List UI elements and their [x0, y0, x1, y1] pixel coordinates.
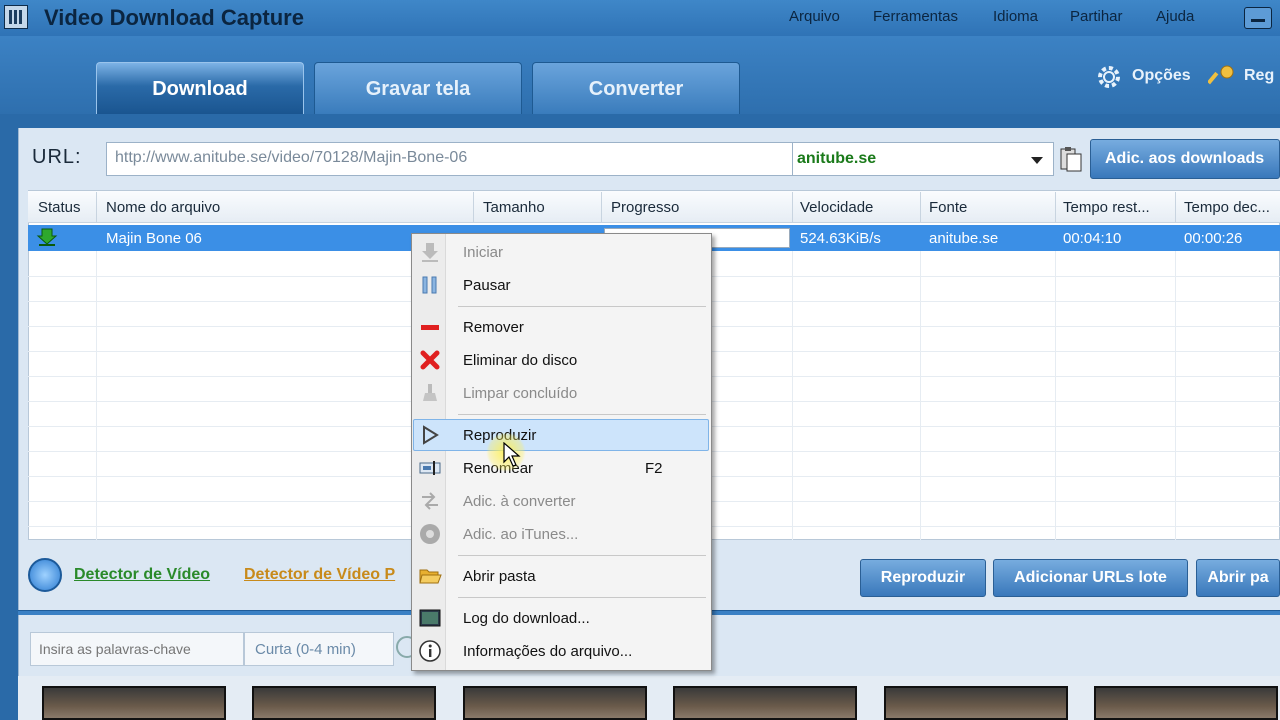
add-to-downloads-button[interactable]: Adic. aos downloads: [1090, 139, 1280, 179]
column-separator: [601, 192, 602, 222]
detector-clock-icon[interactable]: [28, 558, 62, 592]
menu-item-pausar[interactable]: Pausar: [463, 277, 511, 294]
grid-line: [920, 251, 921, 540]
menu-item-adic-a-converter[interactable]: Adic. à converter: [463, 493, 576, 510]
column-separator: [792, 192, 793, 222]
duration-filter[interactable]: Curta (0-4 min): [244, 632, 394, 666]
menu-ajuda[interactable]: Ajuda: [1156, 8, 1194, 25]
menu-item-log-do-download[interactable]: Log do download...: [463, 610, 590, 627]
menu-separator: [458, 414, 706, 415]
tab-download[interactable]: Download: [96, 62, 304, 114]
column-separator: [1055, 192, 1056, 222]
context-menu-icon-strip: [412, 234, 446, 670]
add-batch-urls-button[interactable]: Adicionar URLs lote: [993, 559, 1188, 597]
key-icon[interactable]: [1208, 64, 1236, 90]
register-button[interactable]: Reg: [1244, 67, 1274, 85]
menu-item-eliminar-do-disco[interactable]: Eliminar do disco: [463, 352, 577, 369]
open-folder-button[interactable]: Abrir pa: [1196, 559, 1280, 597]
itunes-icon: [420, 524, 440, 544]
app-title: Video Download Capture: [44, 5, 304, 30]
row-time-remaining: 00:04:10: [1063, 230, 1122, 247]
info-icon: [419, 640, 441, 662]
site-select[interactable]: anitube.se: [792, 142, 1054, 176]
column-separator: [473, 192, 474, 222]
menu-item-abrir-pasta[interactable]: Abrir pasta: [463, 568, 536, 585]
url-label: URL:: [32, 146, 82, 168]
broom-icon: [423, 384, 437, 401]
clipboard-paste-icon[interactable]: [1058, 145, 1084, 173]
video-thumbnail[interactable]: [673, 686, 857, 720]
column-separator: [1175, 192, 1176, 222]
column-source[interactable]: Fonte: [929, 199, 967, 216]
menu-shortcut-f2: F2: [645, 460, 663, 477]
video-thumbnail[interactable]: [252, 686, 436, 720]
video-thumbnail[interactable]: [1094, 686, 1278, 720]
row-source: anitube.se: [929, 230, 999, 247]
menu-ferramentas[interactable]: Ferramentas: [873, 8, 958, 25]
folder-icon: [419, 569, 442, 584]
keyword-search-input[interactable]: [30, 632, 244, 666]
column-separator: [96, 192, 97, 222]
minimize-button[interactable]: [1244, 7, 1272, 29]
column-time-elapsed[interactable]: Tempo dec...: [1184, 199, 1270, 216]
download-status-icon: [36, 228, 58, 246]
menu-separator: [458, 306, 706, 307]
grid-line: [792, 251, 793, 540]
video-thumbnail[interactable]: [463, 686, 647, 720]
row-speed: 524.63KiB/s: [800, 230, 881, 247]
convert-arrows-icon: [422, 492, 438, 510]
gear-icon[interactable]: [1096, 64, 1122, 90]
grid-line: [1055, 251, 1056, 540]
menu-item-remover[interactable]: Remover: [463, 319, 524, 336]
tab-gravar-tela[interactable]: Gravar tela: [314, 62, 522, 114]
column-time-remaining[interactable]: Tempo rest...: [1063, 199, 1150, 216]
minus-icon: [421, 325, 439, 330]
column-size[interactable]: Tamanho: [483, 199, 545, 216]
rename-icon: [419, 461, 441, 475]
menu-separator: [458, 597, 706, 598]
play-button[interactable]: Reproduzir: [860, 559, 986, 597]
column-filename[interactable]: Nome do arquivo: [106, 199, 220, 216]
video-thumbnail[interactable]: [884, 686, 1068, 720]
options-button[interactable]: Opções: [1132, 67, 1191, 85]
play-icon: [423, 425, 439, 445]
row-filename: Majin Bone 06: [106, 230, 202, 247]
video-thumbnail[interactable]: [42, 686, 226, 720]
menu-item-informacoes-do-arquivo[interactable]: Informações do arquivo...: [463, 643, 632, 660]
download-arrow-icon: [422, 243, 438, 262]
grid-line: [96, 251, 97, 540]
log-icon: [419, 609, 441, 627]
red-x-icon: [420, 350, 440, 370]
menu-idioma[interactable]: Idioma: [993, 8, 1038, 25]
app-logo-icon: [4, 5, 28, 29]
mouse-cursor-icon: [503, 442, 521, 467]
column-separator: [920, 192, 921, 222]
menu-item-iniciar[interactable]: Iniciar: [463, 244, 503, 261]
pause-icon: [422, 276, 437, 294]
tab-converter[interactable]: Converter: [532, 62, 740, 114]
menu-arquivo[interactable]: Arquivo: [789, 8, 840, 25]
video-detector-pro-link[interactable]: Detector de Vídeo P: [244, 566, 412, 584]
video-detector-link[interactable]: Detector de Vídeo: [74, 566, 210, 584]
context-menu: [411, 233, 712, 671]
column-speed[interactable]: Velocidade: [800, 199, 873, 216]
grid-line: [1175, 251, 1176, 540]
column-progress[interactable]: Progresso: [611, 199, 679, 216]
menu-separator: [458, 555, 706, 556]
row-time-elapsed: 00:00:26: [1184, 230, 1243, 247]
menu-item-adic-ao-itunes[interactable]: Adic. ao iTunes...: [463, 526, 578, 543]
menu-partilhar[interactable]: Partihar: [1070, 8, 1123, 25]
menu-item-limpar-concluido[interactable]: Limpar concluído: [463, 385, 577, 402]
column-status[interactable]: Status: [38, 199, 81, 216]
menu-highlight: [413, 419, 709, 451]
url-input[interactable]: http://www.anitube.se/video/70128/Majin-…: [106, 142, 794, 176]
